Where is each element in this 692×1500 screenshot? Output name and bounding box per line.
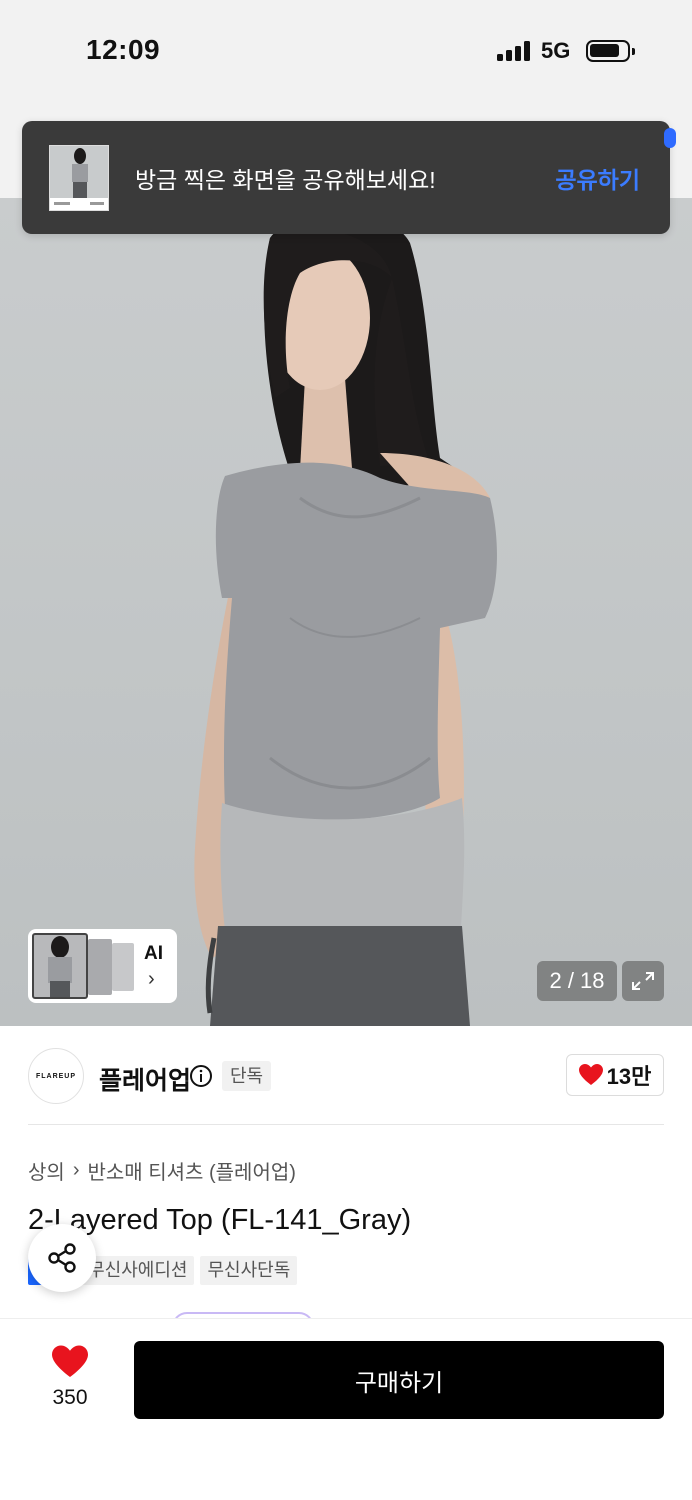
screenshot-share-toast[interactable]: 방금 찍은 화면을 공유해보세요! 공유하기 <box>22 121 670 234</box>
share-button[interactable] <box>28 1224 96 1292</box>
tag-musinsa-exclusive: 무신사단독 <box>200 1256 298 1285</box>
product-title: 2-Layered Top (FL-141_Gray) <box>28 1204 412 1236</box>
breadcrumb-subcategory[interactable]: 반소매 티셔츠 (플레어업) <box>87 1156 295 1185</box>
image-counter: 2 / 18 <box>537 961 617 1001</box>
ai-label: AI <box>144 943 163 964</box>
edge-indicator <box>664 128 676 148</box>
screenshot-thumbnail <box>49 145 109 211</box>
chevron-right-icon: › <box>72 1159 80 1181</box>
wishlist-heart-icon[interactable] <box>52 1345 88 1379</box>
status-time: 12:09 <box>86 34 161 65</box>
heart-icon <box>578 1064 603 1085</box>
product-image[interactable]: AI › 2 / 18 <box>0 198 692 1026</box>
share-icon <box>48 1243 76 1273</box>
expand-button[interactable] <box>622 961 664 1001</box>
share-now-button[interactable]: 공유하기 <box>555 161 640 195</box>
expand-icon <box>632 972 654 990</box>
brand-logo[interactable]: FLAREUP <box>28 1048 84 1104</box>
model-photo <box>194 214 497 1026</box>
ai-recommend-card[interactable]: AI › <box>28 929 177 1003</box>
exclusive-badge: 단독 <box>222 1061 272 1091</box>
brand-name[interactable]: 플레어업 <box>99 1061 191 1097</box>
buy-button[interactable]: 구매하기 <box>134 1341 664 1419</box>
network-type: 5G <box>541 38 571 63</box>
wishlist-count: 350 <box>52 1386 88 1409</box>
brand-like-button[interactable]: 13만 <box>566 1054 664 1096</box>
chevron-right-icon: › <box>148 968 155 990</box>
ai-thumbnail-1 <box>32 933 88 999</box>
tag-musinsa-edition: 무신사에디션 <box>81 1256 195 1285</box>
battery-icon <box>586 40 635 62</box>
ai-thumbnail-2 <box>88 939 112 995</box>
info-icon[interactable] <box>189 1064 213 1088</box>
divider <box>28 1124 664 1125</box>
brand-like-count: 13만 <box>606 1064 652 1089</box>
ai-thumbnail-3 <box>112 943 134 991</box>
toast-message: 방금 찍은 화면을 공유해보세요! <box>135 167 436 193</box>
breadcrumb: 상의 › 반소매 티셔츠 (플레어업) <box>28 1156 296 1185</box>
signal-icon <box>497 41 530 61</box>
breadcrumb-category[interactable]: 상의 <box>28 1156 65 1185</box>
product-detail-screen: 12:09 5G AI › 2 / 18 방금 찍은 화면을 공유해보세요! 공… <box>0 0 692 1500</box>
